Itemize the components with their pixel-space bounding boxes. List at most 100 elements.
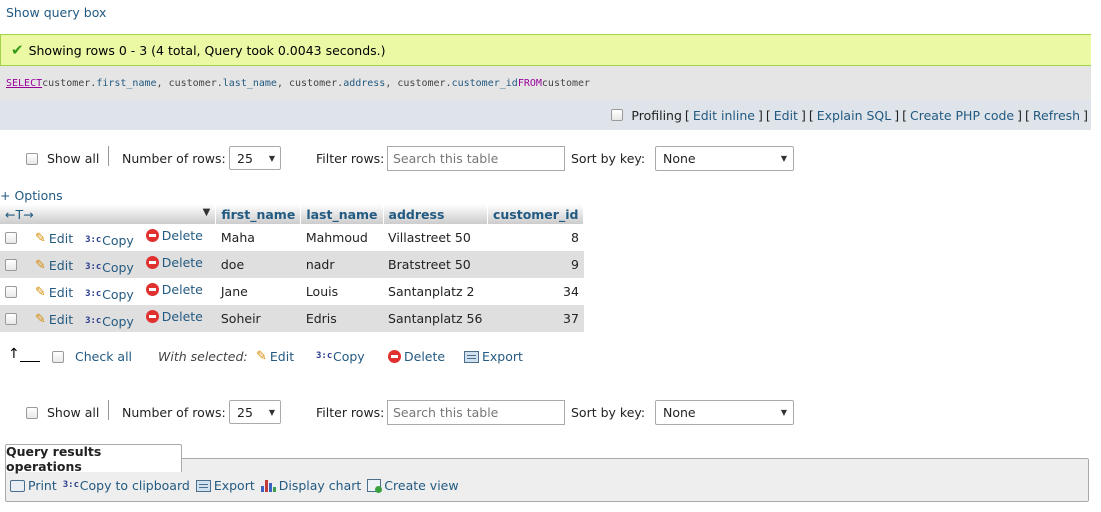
bracket-close: ] [800,107,806,123]
show-all-checkbox[interactable] [26,152,38,165]
bulk-delete-button[interactable]: Delete [388,349,445,364]
filter-rows-input[interactable]: Search this table [387,400,565,425]
cell-address[interactable]: Bratstreet 50 [383,251,488,278]
profiling-label: Profiling [631,107,682,123]
options-toggle-link[interactable]: + Options [0,188,63,203]
pencil-icon: ✎ [34,230,46,246]
show-query-box-link[interactable]: Show query box [6,5,106,20]
bracket-open: [ [684,107,690,123]
edit-inline-link[interactable]: Edit inline [693,108,755,123]
delete-label: Delete [161,227,203,243]
sort-by-key-select[interactable]: None ▼ [655,146,794,171]
cell-last-name[interactable]: nadr [300,251,384,278]
dropdown-arrow-icon: ▼ [780,408,787,417]
copy-icon: 3:c [316,351,333,361]
cell-address[interactable]: Santanplatz 2 [383,278,488,305]
column-resize-arrows-icon[interactable]: ←T→ [5,207,34,222]
bar-chart-icon [260,479,276,492]
bulk-export-button[interactable]: Export [464,349,523,364]
row-delete-button[interactable]: Delete [145,281,203,297]
row-select-checkbox[interactable] [5,286,17,298]
row-copy-button[interactable]: 3:c Copy [85,287,134,302]
export-label: Export [213,478,255,493]
row-edit-button[interactable]: ✎ Edit [35,231,73,246]
explain-sql-link[interactable]: Explain SQL [817,108,891,123]
filter-rows-input[interactable]: Search this table [387,146,565,171]
column-header-customer-id[interactable]: customer_id [487,204,585,224]
edit-label: Edit [48,257,74,273]
export-link[interactable]: Export [195,478,255,493]
cell-customer-id[interactable]: 8 [487,224,584,251]
column-header-address[interactable]: address [383,204,488,224]
sort-by-key-select[interactable]: None ▼ [655,400,794,425]
refresh-link[interactable]: Refresh [1033,108,1080,123]
cell-customer-id[interactable]: 37 [487,305,584,332]
row-delete-button[interactable]: Delete [145,309,203,324]
row-copy-button[interactable]: 3:c Copy [85,260,134,275]
number-of-rows-select[interactable]: 25 ▼ [229,146,281,170]
cell-customer-id[interactable]: 9 [487,251,584,278]
cell-first-name[interactable]: Jane [215,278,301,305]
column-header-last-name[interactable]: last_name [300,204,384,224]
cell-last-name[interactable]: Louis [300,278,384,305]
cell-last-name[interactable]: Edris [300,305,384,332]
bulk-copy-button[interactable]: 3:c Copy [316,349,365,364]
cell-customer-id[interactable]: 34 [487,278,584,305]
row-select-checkbox[interactable] [5,259,17,271]
export-icon [464,350,479,363]
cell-first-name[interactable]: Soheir [215,305,301,332]
edit-label: Edit [48,311,74,327]
profiling-checkbox[interactable] [611,109,624,121]
copy-to-clipboard-link[interactable]: 3:c Copy to clipboard [63,478,190,493]
sql-text: customer. [42,77,97,89]
create-view-link[interactable]: Create view [367,478,459,493]
bulk-actions-bar: ↑ Check all With selected: ✎ Edit 3:c Copy… [0,344,700,370]
pencil-icon: ✎ [34,311,46,327]
show-all-checkbox[interactable] [26,406,38,419]
sql-text: , customer. [385,77,452,89]
copy-label: Copy [102,232,134,248]
success-message-bar: ✔ Showing rows 0 - 3 (4 total, Query too… [0,34,1091,66]
divider [108,400,109,420]
create-view-icon [367,479,383,493]
row-delete-button[interactable]: Delete [145,255,203,270]
bulk-edit-button[interactable]: ✎ Edit [256,349,294,364]
column-header-first-name[interactable]: first_name [215,204,302,224]
display-chart-link[interactable]: Display chart [260,478,361,493]
edit-query-link[interactable]: Edit [774,108,798,123]
copy-icon: 3:c [85,234,102,245]
cell-first-name[interactable]: Maha [215,224,301,251]
delete-icon [145,255,159,269]
bracket-close: ] [1017,107,1022,123]
copy-icon: 3:c [85,261,102,272]
check-all-checkbox[interactable] [52,350,64,363]
with-selected-label: With selected: [158,349,248,364]
number-of-rows-select[interactable]: 25 ▼ [229,400,281,424]
row-copy-button[interactable]: 3:c Copy [85,233,134,248]
dropdown-arrow-icon: ▼ [780,154,787,163]
print-link[interactable]: Print [10,478,57,493]
dropdown-arrow-icon: ▼ [268,407,275,417]
row-copy-button[interactable]: 3:c Copy [85,314,134,329]
delete-label: Delete [161,281,203,297]
column-visibility-dropdown-icon[interactable]: ▼ [203,207,211,218]
cell-last-name[interactable]: Mahmoud [300,224,384,251]
row-edit-button[interactable]: ✎ Edit [35,285,73,300]
row-delete-button[interactable]: Delete [145,227,203,243]
cell-address[interactable]: Villastreet 50 [383,224,488,251]
row-edit-button[interactable]: ✎ Edit [35,312,73,327]
row-select-checkbox[interactable] [5,313,17,325]
sql-from-keyword: FROM [517,77,542,89]
cell-first-name[interactable]: doe [215,251,301,278]
pencil-icon: ✎ [34,284,46,300]
copy-label: Copy [102,259,134,275]
filter-rows-label: Filter rows: [316,151,385,166]
sql-select-keyword[interactable]: SELECT [6,78,42,89]
cell-address[interactable]: Santanplatz 56 [383,305,488,332]
create-php-code-link[interactable]: Create PHP code [910,108,1014,123]
row-select-checkbox[interactable] [5,232,17,244]
check-all-label[interactable]: Check all [75,349,132,364]
sql-actions-bar: Profiling [Edit inline] [Edit] [Explain … [0,100,1091,130]
row-edit-button[interactable]: ✎ Edit [35,258,73,273]
bracket-close: ] [757,107,763,123]
